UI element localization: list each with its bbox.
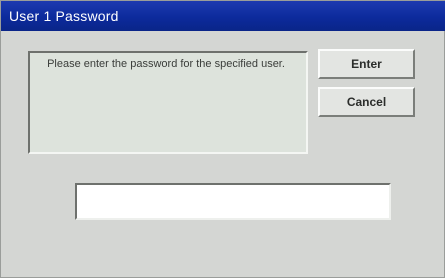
message-box: Please enter the password for the specif… — [28, 51, 308, 154]
cancel-button[interactable]: Cancel — [318, 87, 415, 117]
title-bar: User 1 Password — [1, 1, 445, 31]
window-title: User 1 Password — [9, 8, 119, 24]
password-input[interactable] — [75, 183, 391, 220]
password-dialog: User 1 Password Please enter the passwor… — [0, 0, 445, 278]
enter-button[interactable]: Enter — [318, 49, 415, 79]
prompt-message: Please enter the password for the specif… — [47, 58, 285, 70]
